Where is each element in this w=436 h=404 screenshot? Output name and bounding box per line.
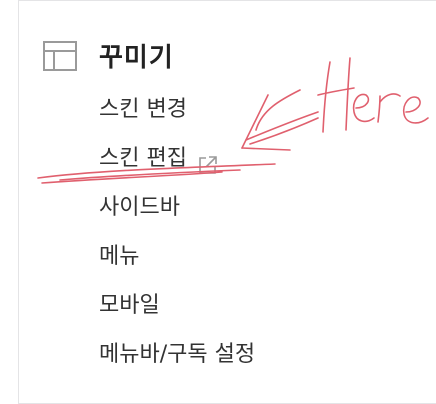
menu-item-label: 스킨 변경 <box>99 96 187 122</box>
menu-item-sidebar[interactable]: 사이드바 <box>99 183 255 232</box>
menu-item-label: 메뉴 <box>99 243 140 269</box>
sidebar-panel: 꾸미기 스킨 변경 스킨 편집 사이드바 메뉴 모바일 메뉴바/구독 설정 <box>18 0 436 404</box>
layout-icon <box>43 40 77 71</box>
menu-item-skin-edit[interactable]: 스킨 편집 <box>99 134 255 183</box>
customize-menu: 스킨 변경 스킨 편집 사이드바 메뉴 모바일 메뉴바/구독 설정 <box>99 85 255 379</box>
external-link-icon <box>197 148 219 174</box>
menu-item-menu[interactable]: 메뉴 <box>99 232 255 281</box>
menu-item-label: 메뉴바/구독 설정 <box>99 341 256 367</box>
menu-item-skin-change[interactable]: 스킨 변경 <box>99 85 255 134</box>
menu-item-mobile[interactable]: 모바일 <box>99 281 255 330</box>
section-title: 꾸미기 <box>99 43 174 73</box>
section-header: 꾸미기 <box>43 37 174 74</box>
menu-item-label: 스킨 편집 <box>99 145 187 171</box>
menu-item-menubar-subscribe[interactable]: 메뉴바/구독 설정 <box>99 330 255 379</box>
menu-item-label: 모바일 <box>99 292 160 318</box>
menu-item-label: 사이드바 <box>99 194 180 220</box>
